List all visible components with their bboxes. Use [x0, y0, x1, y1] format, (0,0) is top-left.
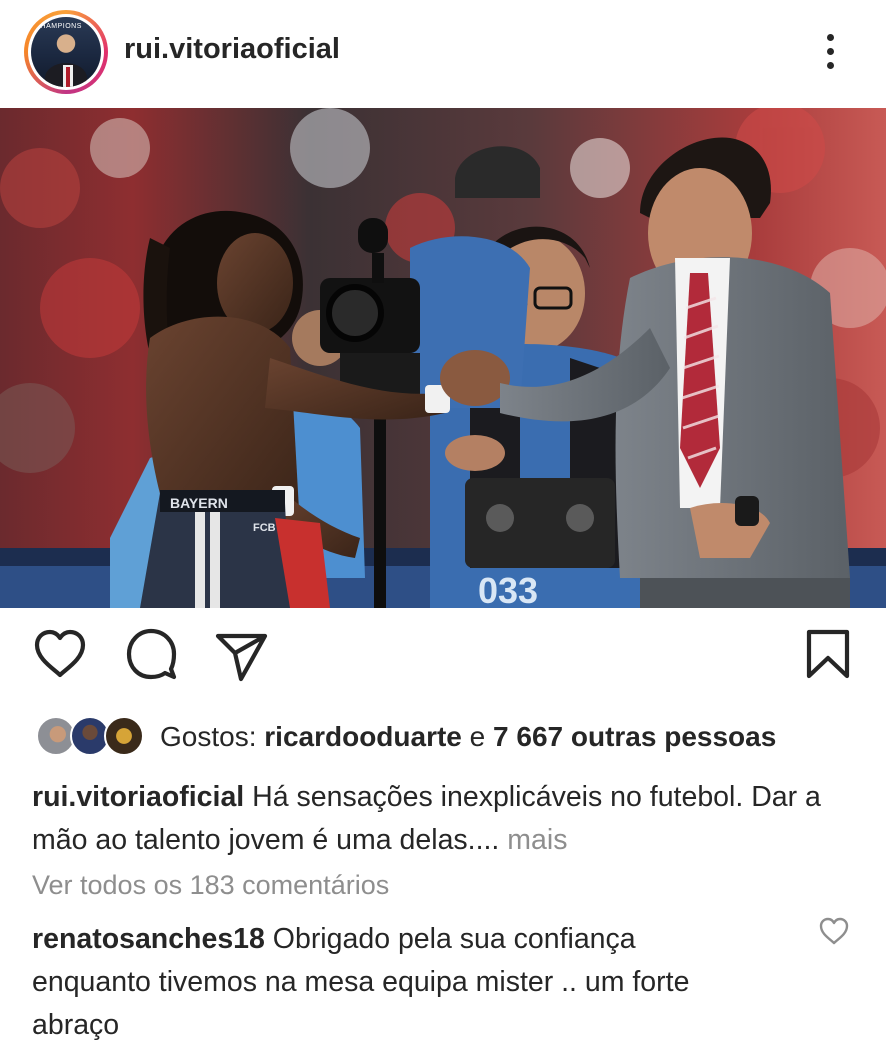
caption-more-link[interactable]: mais	[507, 824, 567, 856]
paper-plane-icon[interactable]	[214, 626, 270, 688]
likes-prefix: Gostos:	[160, 721, 265, 752]
likes-others[interactable]: 7 667 outras pessoas	[493, 721, 776, 752]
shorts-brand: BAYERN	[170, 495, 228, 511]
author-avatar[interactable]: CHAMPIONS	[24, 10, 108, 94]
heart-small-icon[interactable]	[818, 916, 852, 948]
avatar-banner-text: CHAMPIONS	[35, 23, 82, 30]
heart-outline-icon[interactable]	[32, 626, 88, 688]
post-action-bar	[0, 626, 886, 696]
caption-username[interactable]: rui.vitoriaoficial	[32, 781, 244, 813]
comment-bubble-icon[interactable]	[124, 626, 180, 688]
svg-text:033: 033	[478, 570, 538, 608]
bookmark-outline-icon[interactable]	[800, 626, 856, 688]
liked-by-avatars[interactable]	[36, 716, 146, 758]
comment-username[interactable]: renatosanches18	[32, 923, 265, 955]
liked-by-username[interactable]: ricardooduarte	[264, 721, 462, 752]
view-all-comments-link[interactable]: Ver todos os 183 comentários	[32, 870, 389, 901]
post-caption: rui.vitoriaoficial Há sensações inexplic…	[32, 776, 862, 862]
post-header: CHAMPIONS rui.vitoriaoficial	[0, 0, 886, 106]
likes-summary[interactable]: Gostos: ricardooduarte e 7 667 outras pe…	[160, 721, 776, 753]
top-comment: renatosanches18 Obrigado pela sua confia…	[32, 918, 762, 1047]
likes-connector: e	[461, 721, 494, 752]
author-username[interactable]: rui.vitoriaoficial	[124, 33, 340, 66]
more-vertical-icon[interactable]	[816, 30, 844, 72]
post-photo[interactable]: 033 BAYERN FCB	[0, 108, 886, 608]
shorts-badge: FCB	[253, 522, 276, 534]
avatar	[104, 716, 144, 756]
